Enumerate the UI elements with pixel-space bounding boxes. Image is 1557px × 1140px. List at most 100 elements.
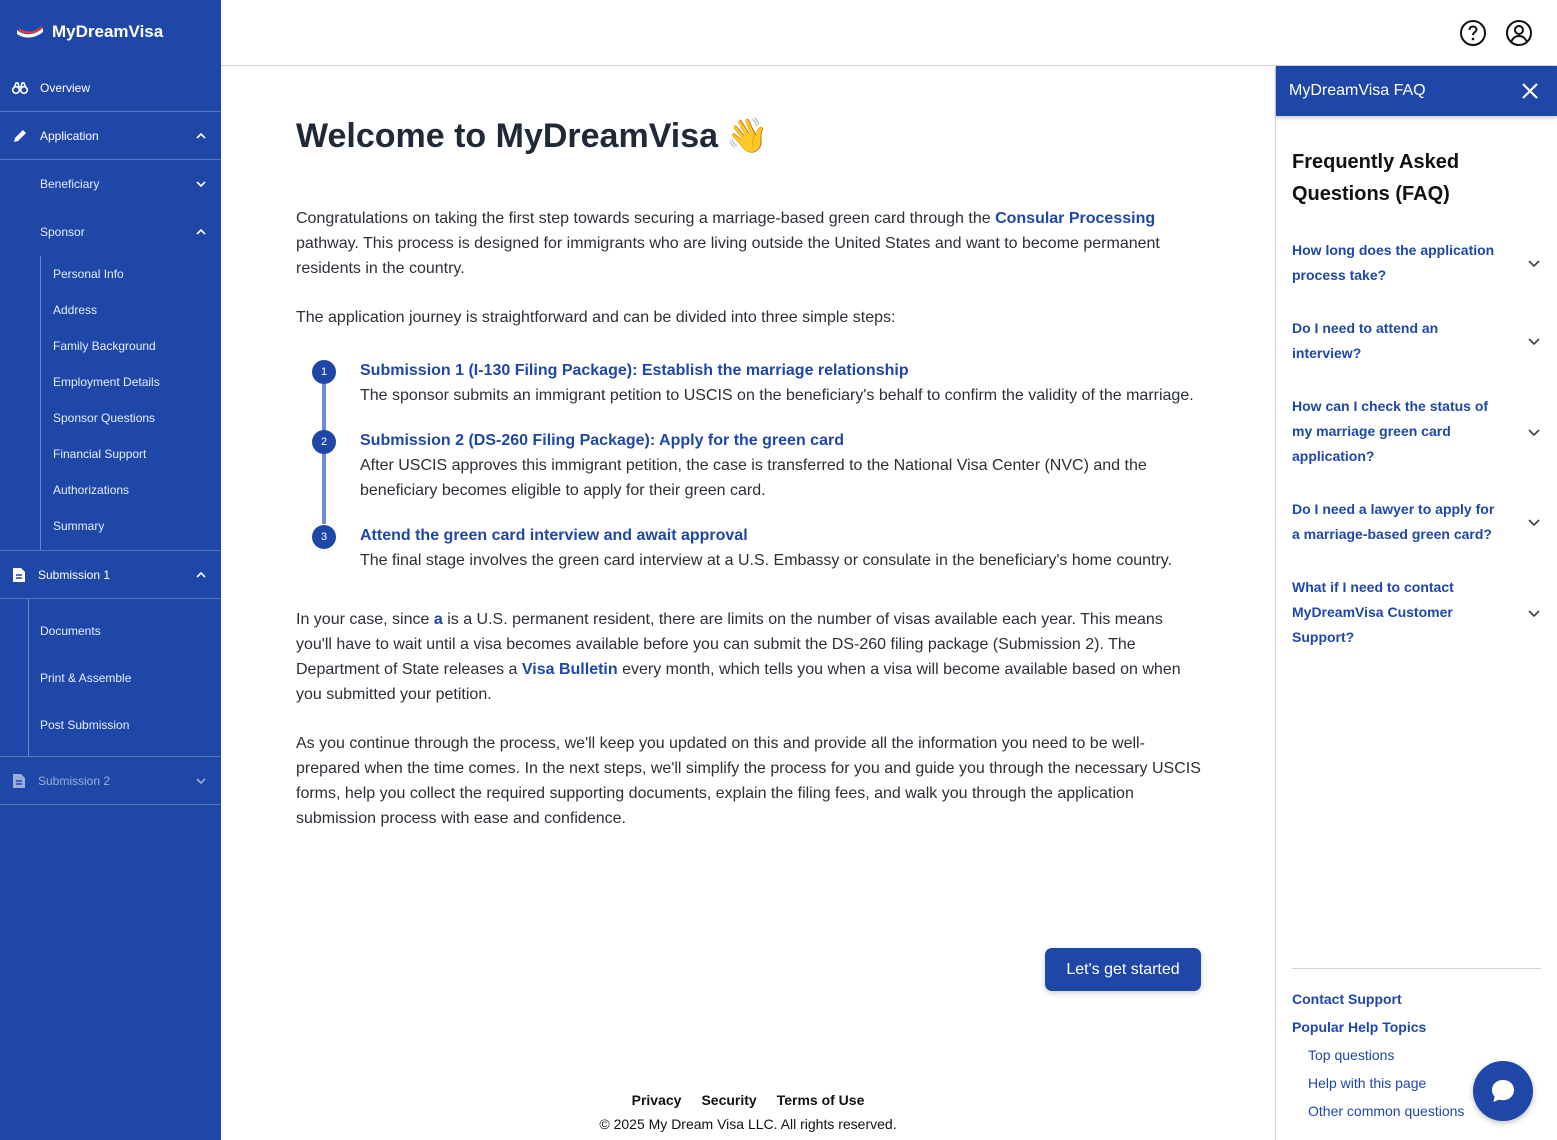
step-description: The sponsor submits an immigrant petitio… [360, 387, 1194, 404]
sidebar-item-sponsor[interactable]: Sponsor [0, 208, 221, 256]
top-bar [221, 0, 1557, 66]
chevron-down-icon [1528, 519, 1540, 527]
faq-body: Frequently Asked Questions (FAQ) How lon… [1276, 146, 1557, 650]
sponsor-subitems: Personal Info Address Family Background … [0, 256, 221, 551]
contact-support-link[interactable]: Contact Support [1292, 985, 1541, 1013]
chevron-down-icon [1528, 338, 1540, 346]
chevron-up-icon [196, 132, 206, 139]
chevron-up-icon [196, 228, 206, 235]
sidebar-item-submission-2[interactable]: Submission 2 [0, 757, 221, 805]
step-item: 2 Submission 2 (DS-260 Filing Package): … [312, 428, 1201, 524]
sidebar-item-summary[interactable]: Summary [53, 508, 221, 544]
footer: Privacy Security Terms of Use © 2025 My … [221, 1092, 1275, 1132]
faq-question: Do I need to attend an interview? [1292, 320, 1439, 361]
chevron-up-icon [196, 571, 206, 578]
binoculars-icon [12, 81, 28, 94]
page-title-text: Welcome to MyDreamVisa [296, 116, 719, 155]
step-title[interactable]: Submission 2 (DS-260 Filing Package): Ap… [360, 428, 1201, 453]
faq-header-title: MyDreamVisa FAQ [1289, 82, 1426, 99]
sidebar-item-employment-details[interactable]: Employment Details [53, 364, 221, 400]
chat-button[interactable] [1473, 1061, 1533, 1121]
brand-logo-icon [16, 24, 44, 40]
privacy-link[interactable]: Privacy [632, 1092, 682, 1108]
main-content: Welcome to MyDreamVisa 👋 Congratulations… [296, 66, 1201, 991]
intro-text-rest: pathway. This process is designed for im… [296, 235, 1160, 277]
steps-list: 1 Submission 1 (I-130 Filing Package): E… [296, 358, 1201, 573]
account-icon[interactable] [1505, 19, 1533, 47]
page-title: Welcome to MyDreamVisa 👋 [296, 116, 1201, 156]
step-item: 1 Submission 1 (I-130 Filing Package): E… [312, 358, 1201, 454]
faq-question: How long does the application process ta… [1292, 242, 1495, 283]
terms-link[interactable]: Terms of Use [777, 1092, 865, 1108]
help-icon[interactable] [1459, 19, 1487, 47]
sidebar-item-print-assemble[interactable]: Print & Assemble [40, 654, 221, 701]
sidebar-item-authorizations[interactable]: Authorizations [53, 472, 221, 508]
faq-item[interactable]: What if I need to contact MyDreamVisa Cu… [1292, 575, 1541, 650]
step-title[interactable]: Submission 1 (I-130 Filing Package): Est… [360, 358, 1201, 383]
step-description: After USCIS approves this immigrant peti… [360, 457, 1147, 499]
document-icon [13, 773, 25, 788]
faq-item[interactable]: How long does the application process ta… [1292, 238, 1541, 288]
step-number: 1 [312, 360, 336, 384]
security-link[interactable]: Security [701, 1092, 756, 1108]
faq-panel: MyDreamVisa FAQ Frequently Asked Questio… [1275, 66, 1557, 1140]
journey-paragraph: The application journey is straightforwa… [296, 309, 896, 326]
chevron-down-icon [1528, 428, 1540, 436]
faq-item[interactable]: Do I need to attend an interview? [1292, 316, 1541, 366]
visa-bulletin-link[interactable]: Visa Bulletin [522, 661, 618, 678]
faq-item[interactable]: How can I check the status of my marriag… [1292, 394, 1541, 469]
step-connector [322, 454, 326, 524]
step-title[interactable]: Attend the green card interview and awai… [360, 523, 1201, 548]
intro-text: Congratulations on taking the first step… [296, 210, 996, 227]
case-text: In your case, since [296, 611, 434, 628]
sidebar-item-label: Submission 1 [38, 567, 111, 582]
sidebar-item-beneficiary[interactable]: Beneficiary [0, 160, 221, 208]
step-description: The final stage involves the green card … [360, 552, 1173, 569]
sidebar-item-label: Beneficiary [40, 177, 100, 191]
document-icon [13, 567, 25, 582]
close-icon[interactable] [1521, 82, 1539, 100]
sidebar-item-address[interactable]: Address [53, 292, 221, 328]
copyright: © 2025 My Dream Visa LLC. All rights res… [599, 1116, 897, 1132]
sidebar-item-sponsor-questions[interactable]: Sponsor Questions [53, 400, 221, 436]
step-number: 3 [312, 525, 336, 549]
consular-processing-link[interactable]: Consular Processing [995, 210, 1155, 227]
faq-question: How can I check the status of my marriag… [1292, 398, 1489, 464]
faq-header: MyDreamVisa FAQ [1276, 66, 1557, 116]
chevron-down-icon [196, 181, 206, 188]
chevron-down-icon [196, 777, 206, 784]
sidebar-item-submission-1[interactable]: Submission 1 [0, 551, 221, 599]
sidebar-item-personal-info[interactable]: Personal Info [53, 256, 221, 292]
brand-name: MyDreamVisa [52, 22, 164, 41]
faq-question: Do I need a lawyer to apply for a marria… [1292, 501, 1495, 542]
sidebar-item-label: Submission 2 [38, 773, 111, 788]
get-started-button[interactable]: Let's get started [1045, 948, 1201, 991]
sidebar-item-application[interactable]: Application [0, 112, 221, 160]
submission-1-subitems: Documents Print & Assemble Post Submissi… [0, 599, 221, 757]
brand[interactable]: MyDreamVisa [0, 0, 221, 64]
chat-bubble-icon [1492, 1080, 1514, 1102]
faq-title: Frequently Asked Questions (FAQ) [1292, 151, 1460, 205]
sidebar-item-financial-support[interactable]: Financial Support [53, 436, 221, 472]
popular-help-topics-heading: Popular Help Topics [1292, 1019, 1427, 1035]
sidebar-item-overview[interactable]: Overview [0, 64, 221, 112]
footer-links: Privacy Security Terms of Use [221, 1092, 1275, 1108]
waving-hand-icon: 👋 [726, 117, 769, 155]
intro-paragraph: Congratulations on taking the first step… [296, 206, 1201, 281]
sidebar-item-post-submission[interactable]: Post Submission [40, 701, 221, 748]
sidebar-item-documents[interactable]: Documents [40, 607, 221, 654]
faq-question: What if I need to contact MyDreamVisa Cu… [1292, 579, 1454, 645]
chevron-down-icon [1528, 260, 1540, 268]
beneficiary-name-link[interactable]: a [434, 611, 443, 628]
step-number: 2 [312, 430, 336, 454]
tree-line [28, 599, 29, 756]
sidebar-item-label: Application [40, 128, 99, 143]
sidebar: MyDreamVisa Overview Application Benefic… [0, 0, 221, 1140]
pencil-icon [14, 129, 26, 142]
faq-item[interactable]: Do I need a lawyer to apply for a marria… [1292, 497, 1541, 547]
sidebar-item-label: Sponsor [40, 225, 85, 239]
sidebar-item-family-background[interactable]: Family Background [53, 328, 221, 364]
sidebar-item-label: Overview [40, 80, 91, 95]
tree-line [40, 256, 41, 550]
case-paragraph: In your case, since a is a U.S. permanen… [296, 607, 1201, 707]
